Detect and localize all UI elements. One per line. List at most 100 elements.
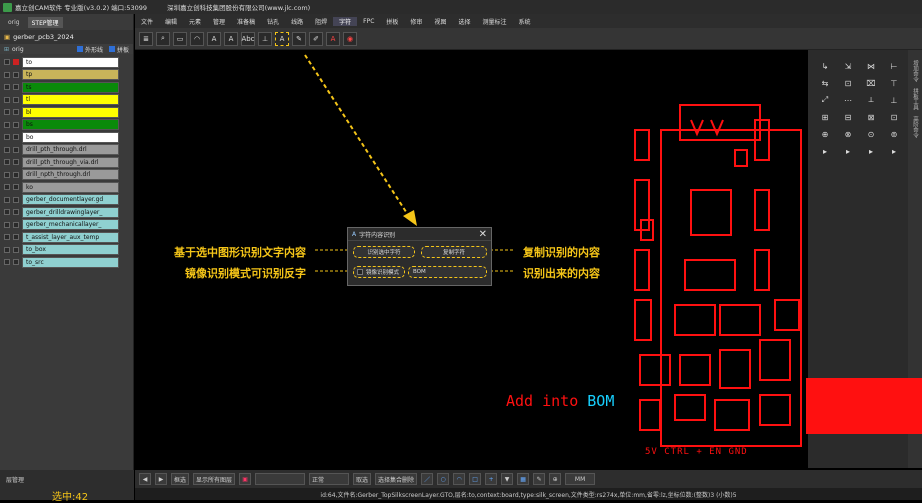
zoom-icon[interactable]: ⌕: [156, 31, 170, 46]
pen-icon[interactable]: ✎: [292, 31, 306, 46]
layer-visible-checkbox[interactable]: [4, 121, 10, 128]
menu-item[interactable]: 钻孔: [261, 17, 285, 26]
layer-row[interactable]: to: [0, 56, 133, 68]
menu-item[interactable]: 元素: [183, 17, 207, 26]
tab-advanced-commands[interactable]: 高阶命令: [911, 116, 919, 138]
command-icon[interactable]: ⇆: [818, 77, 832, 89]
arc-tool-icon[interactable]: ◠: [453, 473, 466, 485]
text-a-icon[interactable]: A: [207, 31, 221, 46]
fit-icon[interactable]: ▭: [173, 31, 187, 46]
menu-item[interactable]: 编辑: [159, 17, 183, 26]
layer-visible-checkbox[interactable]: [4, 59, 10, 65]
command-icon[interactable]: ⤢: [818, 94, 832, 106]
command-icon[interactable]: ⊢: [887, 60, 901, 72]
command-icon[interactable]: ⊡: [841, 77, 855, 89]
text-recognize-icon[interactable]: A: [275, 31, 289, 46]
measure-tool-icon[interactable]: ✎: [533, 473, 546, 485]
frame-icon[interactable]: ▣: [239, 473, 252, 485]
command-icon[interactable]: ⊞: [818, 111, 832, 123]
layer-manager-button[interactable]: 层管理: [6, 475, 24, 484]
menu-item[interactable]: 文件: [135, 17, 159, 26]
command-icon[interactable]: ⋈: [864, 60, 878, 72]
layer-visible-checkbox[interactable]: [4, 209, 10, 215]
arc-icon[interactable]: ◠: [190, 31, 204, 46]
layers-icon[interactable]: ≣: [139, 31, 153, 46]
show-all-layers-button[interactable]: 显示所有图层: [193, 473, 236, 485]
layer-row[interactable]: to_src: [0, 256, 133, 268]
layer-visible-checkbox[interactable]: [4, 159, 10, 165]
command-icon[interactable]: ▸: [818, 145, 832, 157]
layer-affect-checkbox[interactable]: [13, 246, 19, 253]
mode-select[interactable]: 框选: [171, 473, 190, 485]
copy-button[interactable]: 复制字符: [421, 246, 487, 258]
rect-tool-icon[interactable]: □: [469, 473, 482, 485]
layer-row[interactable]: gerber_mechanicallayer_: [0, 219, 133, 231]
layer-affect-checkbox[interactable]: [13, 234, 19, 240]
layer-affect-checkbox[interactable]: [13, 96, 19, 103]
layer-row[interactable]: tp: [0, 69, 133, 81]
tab-step-manager[interactable]: STEP管理: [27, 16, 63, 28]
layer-row[interactable]: drill_pth_through_via.drl: [0, 156, 133, 168]
deselect-button[interactable]: 取选: [353, 473, 372, 485]
command-icon[interactable]: ⊡: [887, 111, 901, 123]
command-icon[interactable]: ▸: [887, 145, 901, 157]
layer-visible-checkbox[interactable]: [4, 171, 10, 178]
menu-item[interactable]: 线路: [285, 17, 309, 26]
command-icon[interactable]: ⋯: [841, 94, 855, 106]
project-row[interactable]: ▣ gerber_pcb3_2024: [0, 30, 133, 44]
play-left-icon[interactable]: ◀: [139, 473, 151, 485]
outline-toggle[interactable]: 外形线: [77, 45, 103, 54]
menu-item[interactable]: 系统: [512, 17, 536, 26]
layer-visible-checkbox[interactable]: [4, 196, 10, 203]
plus-tool-icon[interactable]: +: [485, 473, 498, 485]
layer-visible-checkbox[interactable]: [4, 221, 10, 228]
layer-row[interactable]: t_assist_layer_aux_temp: [0, 231, 133, 243]
abc-icon[interactable]: Abc: [241, 31, 255, 46]
play-right-icon[interactable]: ▶: [155, 473, 167, 485]
command-icon[interactable]: ⊥: [887, 94, 901, 106]
layer-visible-checkbox[interactable]: [4, 71, 10, 78]
layer-affect-checkbox[interactable]: [13, 196, 19, 203]
layer-affect-checkbox[interactable]: [13, 146, 19, 153]
layer-affect-checkbox[interactable]: [13, 134, 19, 140]
command-icon[interactable]: ⊚: [887, 128, 901, 140]
mirror-checkbox[interactable]: [357, 269, 363, 275]
menu-item[interactable]: 视图: [428, 17, 452, 26]
layer-affect-checkbox[interactable]: [13, 71, 19, 78]
menu-item[interactable]: 准备稿: [231, 17, 261, 26]
text-a2-icon[interactable]: A: [224, 31, 238, 46]
layer-affect-checkbox[interactable]: [13, 109, 19, 115]
command-icon[interactable]: ↳: [818, 60, 832, 72]
layer-row[interactable]: gerber_documentlayer.gd: [0, 194, 133, 206]
command-icon[interactable]: ⊠: [864, 111, 878, 123]
layer-row[interactable]: gerber_drilldrawinglayer_: [0, 206, 133, 218]
layer-row[interactable]: tl: [0, 94, 133, 106]
layer-row[interactable]: bo: [0, 131, 133, 143]
layer-row[interactable]: ts: [0, 81, 133, 93]
coordinate-input[interactable]: [255, 473, 306, 485]
layer-affect-checkbox[interactable]: [13, 209, 19, 215]
menu-item[interactable]: 选择: [452, 17, 476, 26]
layer-row[interactable]: ko: [0, 181, 133, 193]
layer-visible-checkbox[interactable]: [4, 184, 10, 190]
normal-select[interactable]: 正常: [309, 473, 350, 485]
command-icon[interactable]: ⊤: [887, 77, 901, 89]
filter-icon[interactable]: ▼: [501, 473, 514, 485]
command-icon[interactable]: ⇲: [841, 60, 855, 72]
menu-item[interactable]: 测量标注: [476, 17, 512, 26]
layer-affect-checkbox[interactable]: [13, 121, 19, 128]
command-icon[interactable]: ⊙: [864, 128, 878, 140]
edit-icon[interactable]: ✐: [309, 31, 323, 46]
close-icon[interactable]: ✕: [479, 229, 487, 240]
tab-add-commands[interactable]: 增加命令: [911, 60, 919, 82]
layer-affect-checkbox[interactable]: [13, 84, 19, 90]
line-tool-icon[interactable]: ／: [421, 473, 434, 485]
layer-row[interactable]: drill_pth_through.drl: [0, 144, 133, 156]
target-icon[interactable]: ◉: [343, 31, 357, 46]
menu-item[interactable]: 修审: [404, 17, 428, 26]
layer-visible-checkbox[interactable]: [4, 259, 10, 265]
layer-visible-checkbox[interactable]: [4, 134, 10, 140]
result-field[interactable]: BOM: [408, 266, 487, 278]
command-icon[interactable]: ⊕: [818, 128, 832, 140]
delete-selection-button[interactable]: 选择集合删除: [375, 473, 418, 485]
